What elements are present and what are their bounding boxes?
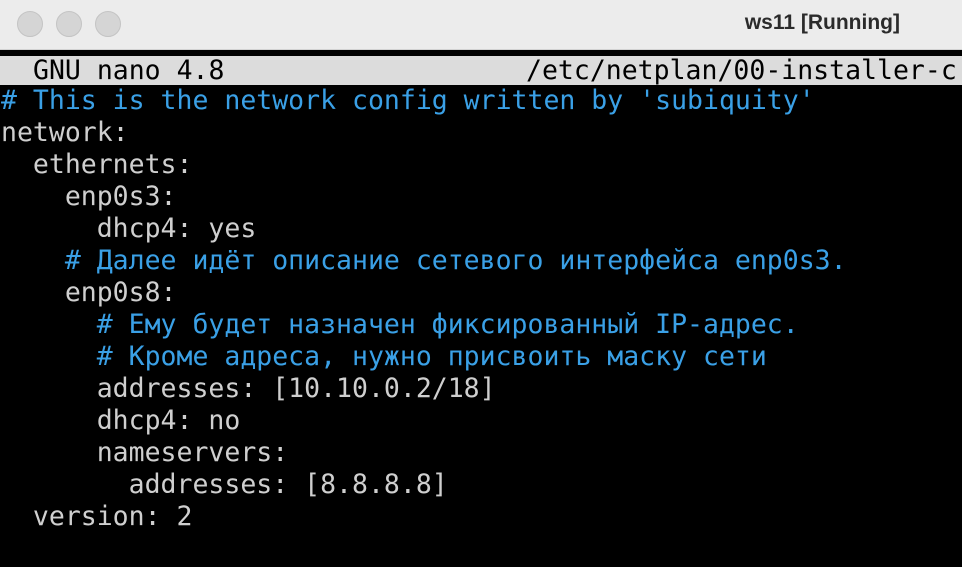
editor-line: # Далее идёт описание сетевого интерфейс… [1, 245, 847, 276]
vm-window: ws11 [Running] GNU nano 4.8 /etc/netplan… [0, 0, 962, 567]
nano-title-bar: GNU nano 4.8 /etc/netplan/00-installer-c [0, 56, 962, 85]
zoom-window-button[interactable] [95, 11, 121, 37]
nano-version: GNU nano 4.8 [33, 56, 225, 85]
editor-line: enp0s3: [1, 181, 177, 212]
editor-line: dhcp4: no [1, 405, 241, 436]
editor-line: addresses: [10.10.0.2/18] [1, 373, 496, 404]
editor-line: # Ему будет назначен фиксированный IP-ад… [1, 309, 799, 340]
editor-line: # Кроме адреса, нужно присвоить маску се… [1, 341, 767, 372]
editor-line: version: 2 [1, 501, 193, 532]
nano-filename: /etc/netplan/00-installer-c [526, 56, 957, 85]
editor-line: addresses: [8.8.8.8] [1, 469, 448, 500]
terminal-screen[interactable]: GNU nano 4.8 /etc/netplan/00-installer-c… [0, 50, 962, 567]
editor-line: enp0s8: [1, 277, 177, 308]
editor-line: ethernets: [1, 149, 193, 180]
editor-buffer[interactable]: # This is the network config written by … [1, 85, 962, 533]
editor-line: dhcp4: yes [1, 213, 257, 244]
editor-line: nameservers: [1, 437, 289, 468]
editor-line: network: [1, 117, 129, 148]
window-title: ws11 [Running] [744, 11, 900, 34]
close-window-button[interactable] [17, 11, 43, 37]
window-titlebar[interactable]: ws11 [Running] [0, 0, 962, 50]
editor-line: # This is the network config written by … [1, 85, 815, 116]
minimize-window-button[interactable] [56, 11, 82, 37]
